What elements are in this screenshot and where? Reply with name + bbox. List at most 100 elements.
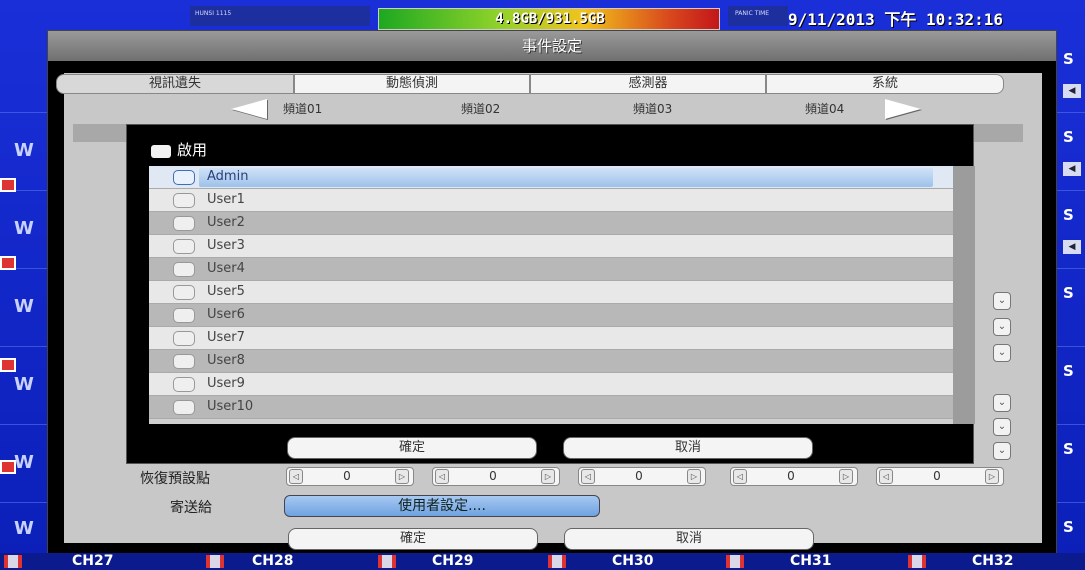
user-checkbox[interactable]	[173, 377, 195, 392]
user-row[interactable]: User5	[149, 281, 953, 304]
status-left-text: HUNSI 1115	[195, 10, 232, 17]
channel-label[interactable]: 頻道03	[633, 100, 672, 117]
camera-record-icon	[0, 256, 16, 270]
hdd-usage-bar: 4.8GB/931.5GB	[378, 8, 720, 30]
restore-spinner[interactable]: ◁ 0 ▷	[730, 467, 858, 486]
user-name: User5	[207, 284, 245, 299]
spinner-value: 0	[787, 469, 795, 483]
datetime-display: 9/11/2013 下午 10:32:16	[788, 10, 1004, 29]
tab-system[interactable]: 系統	[766, 74, 1004, 94]
increment-icon[interactable]: ▷	[541, 469, 555, 484]
user-checkbox[interactable]	[173, 308, 195, 323]
user-checkbox[interactable]	[173, 216, 195, 231]
decrement-icon[interactable]: ◁	[435, 469, 449, 484]
user-row[interactable]: User1	[149, 189, 953, 212]
user-row[interactable]: User2	[149, 212, 953, 235]
side-logo-w: W	[14, 218, 34, 239]
channel-camera-icon	[206, 555, 224, 568]
channel-label[interactable]: CH31	[790, 553, 831, 570]
increment-icon[interactable]: ▷	[839, 469, 853, 484]
channel-label[interactable]: CH32	[972, 553, 1013, 570]
next-channel-arrow-icon[interactable]	[885, 99, 921, 119]
side-logo-s: S	[1063, 440, 1074, 458]
popup-cancel-button[interactable]: 取消	[563, 437, 813, 459]
channel-label[interactable]: 頻道02	[461, 100, 500, 117]
restore-spinner[interactable]: ◁ 0 ▷	[578, 467, 706, 486]
channel-label[interactable]: CH27	[72, 553, 113, 570]
enable-checkbox[interactable]	[151, 145, 171, 158]
user-checkbox[interactable]	[173, 262, 195, 277]
user-list: Admin User1 User2 User3 User4 User5 User…	[149, 166, 975, 424]
side-arrow-icon: ◀	[1063, 162, 1081, 176]
hdd-usage-text: 4.8GB/931.5GB	[495, 11, 605, 27]
tab-sensor[interactable]: 感測器	[530, 74, 766, 94]
spinner-value: 0	[635, 469, 643, 483]
channel-label[interactable]: CH29	[432, 553, 473, 570]
user-name: User2	[207, 215, 245, 230]
user-row[interactable]: User4	[149, 258, 953, 281]
restore-spinner[interactable]: ◁ 0 ▷	[286, 467, 414, 486]
channel-label[interactable]: CH28	[252, 553, 293, 570]
tab-bar: 視訊遺失 動態偵測 感測器 系統	[56, 74, 1006, 96]
selection-highlight	[199, 168, 933, 187]
prev-channel-arrow-icon[interactable]	[231, 99, 267, 119]
channel-label[interactable]: CH30	[612, 553, 653, 570]
user-row[interactable]: User3	[149, 235, 953, 258]
decrement-icon[interactable]: ◁	[289, 469, 303, 484]
dropdown-toggle[interactable]: ⌄	[993, 442, 1011, 460]
decrement-icon[interactable]: ◁	[733, 469, 747, 484]
user-name: User7	[207, 330, 245, 345]
dropdown-toggle[interactable]: ⌄	[993, 418, 1011, 436]
dropdown-toggle[interactable]: ⌄	[993, 292, 1011, 310]
user-row[interactable]: User7	[149, 327, 953, 350]
channel-camera-icon	[4, 555, 22, 568]
cancel-button[interactable]: 取消	[564, 528, 814, 550]
increment-icon[interactable]: ▷	[985, 469, 999, 484]
user-checkbox[interactable]	[173, 239, 195, 254]
user-checkbox[interactable]	[173, 170, 195, 185]
camera-record-icon	[0, 178, 16, 192]
increment-icon[interactable]: ▷	[687, 469, 701, 484]
user-checkbox[interactable]	[173, 193, 195, 208]
user-checkbox[interactable]	[173, 285, 195, 300]
decrement-icon[interactable]: ◁	[581, 469, 595, 484]
spinner-value: 0	[933, 469, 941, 483]
side-logo-w: W	[14, 374, 34, 395]
tab-motion-detect[interactable]: 動態偵測	[294, 74, 530, 94]
user-row[interactable]: User10	[149, 396, 953, 419]
channel-camera-icon	[378, 555, 396, 568]
user-row[interactable]: User8	[149, 350, 953, 373]
user-checkbox[interactable]	[173, 400, 195, 415]
spinner-value: 0	[489, 469, 497, 483]
dropdown-toggle[interactable]: ⌄	[993, 394, 1011, 412]
user-row[interactable]: User6	[149, 304, 953, 327]
side-logo-s: S	[1063, 50, 1074, 68]
side-logo-s: S	[1063, 128, 1074, 146]
side-logo-w: W	[14, 452, 34, 473]
dialog-titlebar: 事件設定	[48, 31, 1056, 61]
user-checkbox[interactable]	[173, 331, 195, 346]
user-settings-button[interactable]: 使用者設定....	[284, 495, 600, 517]
popup-ok-button[interactable]: 確定	[287, 437, 537, 459]
channel-camera-icon	[726, 555, 744, 568]
dropdown-toggle[interactable]: ⌄	[993, 318, 1011, 336]
channel-label[interactable]: 頻道01	[283, 100, 322, 117]
channel-label[interactable]: 頻道04	[805, 100, 844, 117]
dropdown-toggle[interactable]: ⌄	[993, 344, 1011, 362]
increment-icon[interactable]: ▷	[395, 469, 409, 484]
tab-video-loss[interactable]: 視訊遺失	[56, 74, 294, 94]
user-row-admin[interactable]: Admin	[149, 166, 953, 189]
user-row[interactable]: User9	[149, 373, 953, 396]
restore-spinner[interactable]: ◁ 0 ▷	[876, 467, 1004, 486]
restore-spinner[interactable]: ◁ 0 ▷	[432, 467, 560, 486]
camera-record-icon	[0, 460, 16, 474]
side-logo-s: S	[1063, 206, 1074, 224]
decrement-icon[interactable]: ◁	[879, 469, 893, 484]
side-logo-s: S	[1063, 518, 1074, 536]
status-right-text: PANIC TIME	[735, 10, 770, 17]
user-checkbox[interactable]	[173, 354, 195, 369]
list-scrollbar[interactable]	[953, 166, 975, 424]
ok-button[interactable]: 確定	[288, 528, 538, 550]
status-bar: HUNSI 1115 4.8GB/931.5GB PANIC TIME 9/11…	[0, 0, 1085, 30]
enable-label: 啟用	[177, 141, 208, 159]
